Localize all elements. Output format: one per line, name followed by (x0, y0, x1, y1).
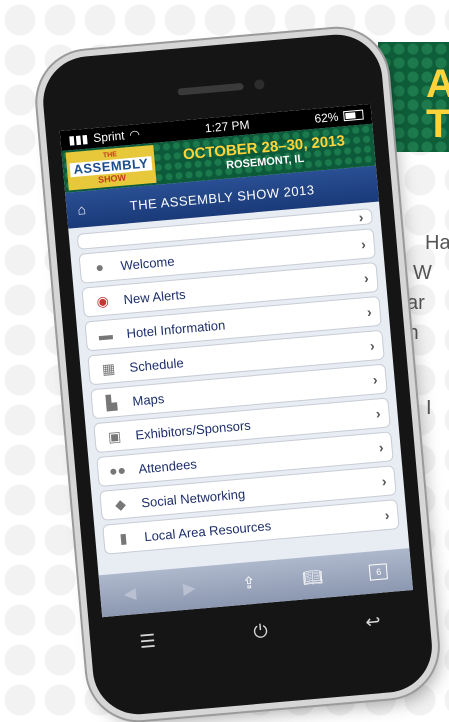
bed-icon: ▬ (97, 326, 114, 344)
back-icon[interactable]: ◀ (123, 583, 137, 604)
browser-toolbar: ◀ ▶ ⇪ 📖︎ 6 (98, 548, 414, 618)
assembly-show-logo: THE ASSEMBLY SHOW (65, 144, 157, 191)
calendar-icon: ▦ (101, 359, 116, 377)
forward-icon[interactable]: ▶ (182, 578, 196, 599)
menu-icon[interactable]: ☰ (139, 631, 157, 653)
back-arrow-icon[interactable]: ↩ (365, 611, 382, 633)
speaker-grill (177, 82, 244, 96)
map-icon: ▙ (105, 393, 118, 411)
logo-bottom-text: SHOW (97, 172, 127, 185)
chevron-right-icon: › (384, 506, 391, 524)
chat-icon: ◆ (114, 495, 127, 513)
people-icon: ●● (108, 461, 127, 480)
chevron-right-icon: › (363, 269, 370, 287)
chevron-right-icon: › (375, 405, 382, 422)
wifi-icon: ◠ (128, 127, 141, 142)
signal-icon: ▮▮▮ (67, 131, 89, 148)
chevron-right-icon: › (369, 337, 376, 354)
main-menu: › ● Welcome › ◉ New Alerts › ▬ Hotel Inf… (68, 201, 407, 555)
power-icon[interactable]: ⏻ (253, 621, 269, 643)
battery-icon (343, 109, 364, 122)
badge-icon: ▣ (107, 427, 122, 445)
home-icon[interactable]: ⌂ (66, 200, 97, 219)
speech-bubble-icon: ● (94, 258, 105, 276)
chevron-right-icon: › (366, 303, 373, 320)
tabs-icon[interactable]: 6 (369, 563, 389, 581)
phone-mockup: ▮▮▮ Sprint ◠ 1:27 PM 62% THE ASSEMBLY SH… (0, 0, 449, 722)
phone-body: ▮▮▮ Sprint ◠ 1:27 PM 62% THE ASSEMBLY SH… (39, 30, 436, 719)
building-icon: ▮ (118, 529, 128, 546)
battery-percent: 62% (313, 109, 340, 126)
hardware-buttons: ☰ ⏻ ↩ (90, 607, 431, 658)
chevron-right-icon: › (357, 208, 365, 226)
chevron-right-icon: › (360, 235, 367, 253)
share-icon[interactable]: ⇪ (241, 573, 257, 594)
clock: 1:27 PM (204, 117, 251, 136)
chevron-right-icon: › (372, 371, 379, 388)
alert-icon: ◉ (95, 291, 110, 309)
phone-screen: ▮▮▮ Sprint ◠ 1:27 PM 62% THE ASSEMBLY SH… (59, 103, 414, 618)
bookmarks-icon[interactable]: 📖︎ (302, 567, 324, 589)
chevron-right-icon: › (381, 472, 388, 490)
chevron-right-icon: › (378, 439, 385, 456)
front-camera (253, 79, 265, 90)
carrier-name: Sprint (92, 128, 126, 146)
